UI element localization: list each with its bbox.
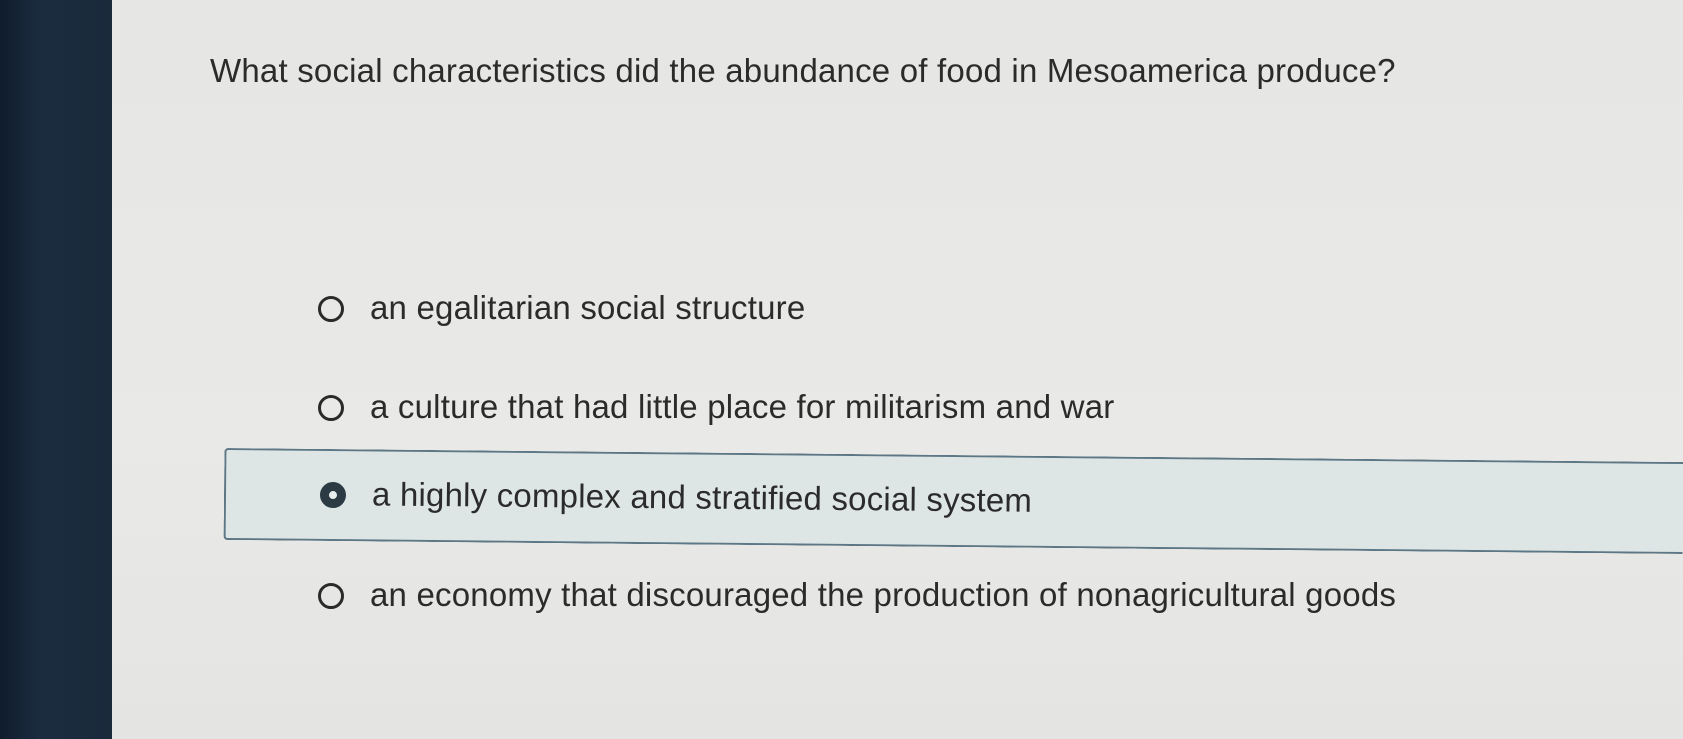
answer-choice-label: a highly complex and stratified social s… bbox=[371, 475, 1033, 519]
answer-choice-list: an egalitarian social structure a cultur… bbox=[223, 0, 1683, 739]
answer-choice-label: a culture that had little place for mili… bbox=[370, 388, 1115, 425]
radio-button-unchecked-icon[interactable] bbox=[318, 583, 344, 609]
answer-choice-label: an egalitarian social structure bbox=[370, 289, 806, 326]
radio-button-checked-icon[interactable] bbox=[319, 481, 347, 509]
answer-choice-egalitarian[interactable]: an egalitarian social structure bbox=[224, 263, 1683, 355]
radio-button-unchecked-icon[interactable] bbox=[318, 296, 344, 322]
radio-selected-dot-icon bbox=[328, 491, 338, 500]
radio-button-unchecked-icon[interactable] bbox=[318, 395, 344, 421]
answer-choice-label: an economy that discouraged the producti… bbox=[370, 576, 1397, 613]
answer-choice-stratified-system[interactable]: a highly complex and stratified social s… bbox=[223, 448, 1683, 555]
answer-choice-little-militarism[interactable]: a culture that had little place for mili… bbox=[224, 362, 1683, 454]
screen-bezel bbox=[0, 0, 112, 739]
answer-choice-economy-discouraged[interactable]: an economy that discouraged the producti… bbox=[224, 550, 1683, 642]
